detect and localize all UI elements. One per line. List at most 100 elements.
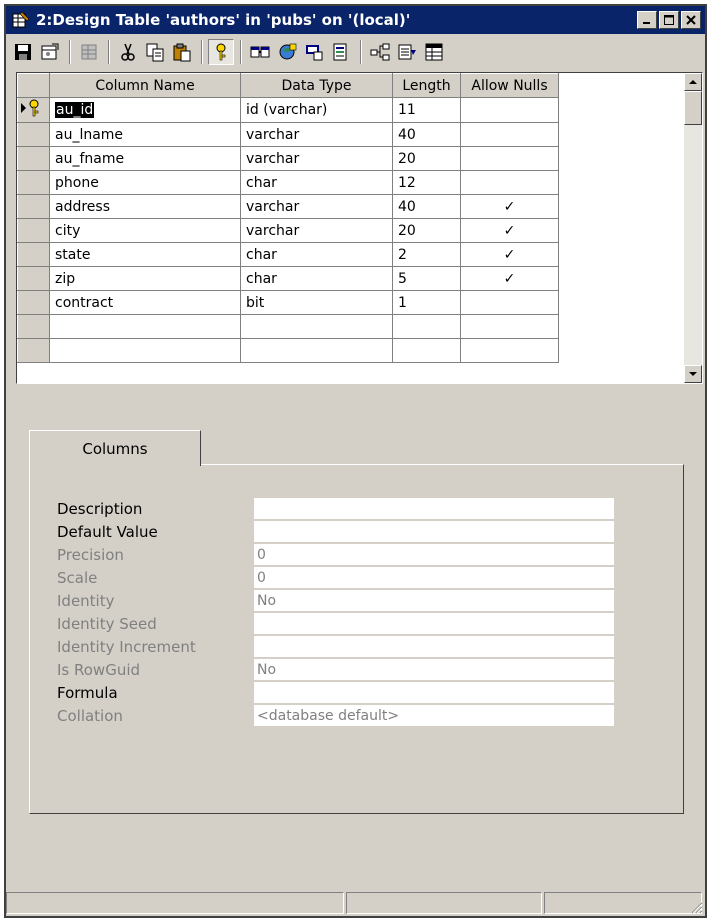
cell-allow-nulls[interactable] [460, 314, 559, 339]
minimize-button[interactable] [637, 11, 657, 29]
table-row[interactable]: phone char 12 [17, 170, 559, 195]
table-row[interactable]: au_lname varchar 40 [17, 122, 559, 147]
header-length[interactable]: Length [392, 73, 461, 98]
cell-column-name[interactable] [49, 338, 241, 363]
cell-allow-nulls[interactable] [460, 290, 559, 315]
cell-data-type[interactable]: char [240, 242, 393, 267]
cell-length[interactable]: 11 [392, 97, 461, 123]
manage-relationships-button[interactable] [247, 39, 273, 65]
row-selector[interactable] [17, 170, 50, 195]
row-selector[interactable] [17, 314, 50, 339]
cell-allow-nulls[interactable] [460, 146, 559, 171]
table-row[interactable]: zip char 5 ✓ [17, 266, 559, 291]
row-selector[interactable] [17, 122, 50, 147]
cell-allow-nulls[interactable] [460, 170, 559, 195]
cell-column-name[interactable]: address [49, 194, 241, 219]
cell-data-type[interactable]: varchar [240, 146, 393, 171]
cell-data-type[interactable] [240, 338, 393, 363]
manage-constraints-button[interactable] [301, 39, 327, 65]
row-selector[interactable] [17, 146, 50, 171]
row-selector[interactable] [17, 338, 50, 363]
cell-column-name[interactable]: au_id [49, 97, 241, 123]
cell-length[interactable]: 40 [392, 122, 461, 147]
save-button[interactable] [10, 39, 36, 65]
row-selector[interactable] [17, 218, 50, 243]
cell-length[interactable]: 2 [392, 242, 461, 267]
table-row[interactable]: city varchar 20 ✓ [17, 218, 559, 243]
manage-triggers-button[interactable] [328, 39, 354, 65]
diagram-button[interactable] [367, 39, 393, 65]
table-row[interactable] [17, 338, 559, 363]
cell-length[interactable]: 20 [392, 218, 461, 243]
property-value-collation: <database default> [254, 705, 614, 727]
cell-data-type[interactable]: varchar [240, 122, 393, 147]
cell-data-type[interactable]: char [240, 170, 393, 195]
primary-key-button[interactable] [208, 39, 234, 65]
cell-column-name[interactable]: state [49, 242, 241, 267]
header-allow-nulls[interactable]: Allow Nulls [460, 73, 559, 98]
scroll-up-button[interactable] [684, 73, 702, 91]
cell-length[interactable]: 20 [392, 146, 461, 171]
cut-button[interactable] [115, 39, 141, 65]
cell-length[interactable] [392, 338, 461, 363]
cell-column-name[interactable]: contract [49, 290, 241, 315]
row-selector[interactable] [17, 194, 50, 219]
table-row[interactable]: au_id id (varchar) 11 [17, 97, 559, 123]
table-row[interactable]: address varchar 40 ✓ [17, 194, 559, 219]
cell-column-name[interactable]: phone [49, 170, 241, 195]
table-row[interactable]: contract bit 1 [17, 290, 559, 315]
table-row[interactable]: au_fname varchar 20 [17, 146, 559, 171]
show-columns-button[interactable] [394, 39, 420, 65]
table-row[interactable]: state char 2 ✓ [17, 242, 559, 267]
row-selector[interactable] [17, 97, 50, 123]
cell-length[interactable]: 1 [392, 290, 461, 315]
cell-column-name[interactable]: city [49, 218, 241, 243]
cell-allow-nulls[interactable]: ✓ [460, 242, 559, 267]
cell-data-type[interactable]: varchar [240, 194, 393, 219]
cell-data-type[interactable]: bit [240, 290, 393, 315]
header-data-type[interactable]: Data Type [240, 73, 393, 98]
cell-allow-nulls[interactable]: ✓ [460, 194, 559, 219]
tab-columns[interactable]: Columns [29, 430, 201, 466]
cell-allow-nulls[interactable]: ✓ [460, 218, 559, 243]
manage-indexes-button[interactable] [274, 39, 300, 65]
property-value-default-value[interactable] [254, 521, 614, 543]
cell-column-name[interactable] [49, 314, 241, 339]
cell-allow-nulls[interactable] [460, 97, 559, 123]
grid-button[interactable] [421, 39, 447, 65]
cell-data-type[interactable]: id (varchar) [240, 97, 393, 123]
close-button[interactable] [681, 11, 701, 29]
cell-data-type[interactable]: varchar [240, 218, 393, 243]
save-icon [15, 44, 31, 60]
header-column-name[interactable]: Column Name [49, 73, 241, 98]
cell-data-type[interactable] [240, 314, 393, 339]
resize-grip-icon[interactable] [689, 900, 703, 914]
cell-data-type[interactable]: char [240, 266, 393, 291]
cell-allow-nulls[interactable] [460, 338, 559, 363]
insert-column-button[interactable] [76, 39, 102, 65]
vertical-scrollbar[interactable] [684, 73, 702, 383]
cell-allow-nulls[interactable] [460, 122, 559, 147]
table-row[interactable] [17, 314, 559, 339]
scroll-thumb[interactable] [684, 91, 702, 125]
cell-length[interactable] [392, 314, 461, 339]
cell-length[interactable]: 12 [392, 170, 461, 195]
cell-length[interactable]: 5 [392, 266, 461, 291]
cell-allow-nulls[interactable]: ✓ [460, 266, 559, 291]
property-value-formula[interactable] [254, 682, 614, 704]
cell-column-name[interactable]: au_lname [49, 122, 241, 147]
table-properties-button[interactable] [37, 39, 63, 65]
column-grid[interactable]: Column Name Data Type Length Allow Nulls… [16, 72, 703, 384]
cell-column-name[interactable]: zip [49, 266, 241, 291]
title-bar[interactable]: 2:Design Table 'authors' in 'pubs' on '(… [6, 6, 705, 34]
copy-button[interactable] [142, 39, 168, 65]
row-selector[interactable] [17, 290, 50, 315]
maximize-button[interactable] [659, 11, 679, 29]
row-selector[interactable] [17, 266, 50, 291]
property-value-description[interactable] [254, 498, 614, 520]
cell-length[interactable]: 40 [392, 194, 461, 219]
scroll-down-button[interactable] [684, 365, 702, 383]
paste-button[interactable] [169, 39, 195, 65]
cell-column-name[interactable]: au_fname [49, 146, 241, 171]
row-selector[interactable] [17, 242, 50, 267]
